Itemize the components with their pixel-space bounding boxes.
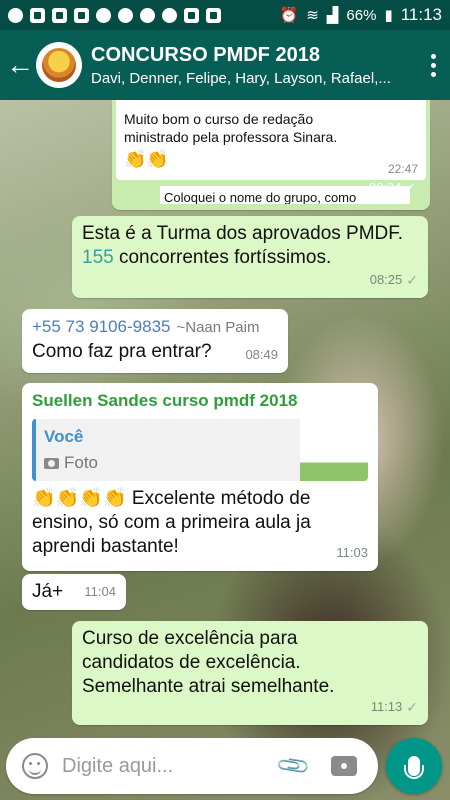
- message-bubble[interactable]: Suellen Sandes curso pmdf 2018 Você Foto…: [22, 383, 378, 571]
- status-bar: ⏰ ≋ ▟ 66% ▮ 11:13: [0, 0, 450, 30]
- battery-icon: ▮: [384, 7, 393, 24]
- battery-percent: 66%: [346, 6, 377, 24]
- message-input[interactable]: [62, 754, 272, 778]
- messenger-icon: [96, 7, 111, 23]
- clap-emoji: 👏👏: [124, 149, 169, 169]
- message-bubble[interactable]: Curso de excelência para candidatos de e…: [72, 621, 428, 725]
- message-text: Como faz pra entrar?: [32, 341, 212, 362]
- group-name: CONCURSO PMDF 2018: [91, 43, 320, 66]
- message-bubble[interactable]: Já+ 11:04: [22, 574, 126, 610]
- double-check-icon: ✓: [406, 272, 418, 288]
- chat-area[interactable]: Muito bom o curso de redação ministrado …: [0, 100, 450, 800]
- alarm-icon: ⏰: [279, 7, 299, 24]
- message-bubble[interactable]: Esta é a Turma dos aprovados PMDF. 155 c…: [72, 216, 428, 298]
- clock: 11:13: [400, 5, 442, 24]
- group-avatar[interactable]: [36, 42, 82, 88]
- attach-icon[interactable]: 📎: [275, 747, 313, 785]
- voice-record-button[interactable]: [386, 738, 442, 794]
- flipboard-icon: [184, 7, 199, 23]
- message-time: 11:03: [336, 545, 368, 560]
- image-caption-line: Muito bom o curso de redação: [124, 111, 314, 127]
- wifi-icon: ≋: [306, 7, 319, 24]
- double-check-icon: ✓: [406, 699, 418, 715]
- image-message[interactable]: Muito bom o curso de redação ministrado …: [112, 100, 430, 210]
- instagram-icon: [206, 7, 221, 23]
- message-bubble[interactable]: +55 73 9106-9835 ~Naan Paim Como faz pra …: [22, 309, 288, 373]
- youtube-icon: [162, 7, 177, 23]
- microphone-icon: [404, 756, 424, 779]
- image-caption-line: ministrado pela professora Sinara.: [124, 129, 338, 145]
- camera-icon: [44, 457, 59, 469]
- whatsapp-icon: [8, 7, 23, 23]
- message-time: 08:24 ✓: [368, 180, 416, 195]
- sender-name[interactable]: Suellen Sandes curso pmdf 2018: [32, 389, 368, 413]
- message-time: 08:49: [245, 347, 278, 362]
- facebook-icon: [74, 7, 89, 23]
- message-time: 11:04: [84, 584, 116, 599]
- quoted-thumbnail: [300, 419, 368, 481]
- signal-icon: ▟: [326, 7, 339, 24]
- emoji-icon[interactable]: [22, 753, 48, 779]
- group-logo: [42, 48, 76, 82]
- image-preview: Muito bom o curso de redação ministrado …: [116, 100, 426, 180]
- back-arrow-icon[interactable]: ←: [4, 51, 36, 79]
- sender-phone[interactable]: +55 73 9106-9835: [32, 317, 171, 336]
- sender-alias: ~Naan Paim: [176, 319, 260, 336]
- group-info[interactable]: CONCURSO PMDF 2018 Davi, Denner, Felipe,…: [91, 44, 411, 87]
- facebook-icon: [52, 7, 67, 23]
- message-text: Esta é a Turma dos aprovados PMDF. 155 c…: [82, 223, 404, 268]
- message-text: Curso de excelência para candidatos de e…: [82, 628, 335, 697]
- youtube-icon: [140, 7, 155, 23]
- mail-icon: [30, 7, 45, 23]
- more-options-icon[interactable]: [431, 53, 436, 77]
- message-meta: 08:25 ✓: [370, 268, 418, 292]
- chat-header: ← CONCURSO PMDF 2018 Davi, Denner, Felip…: [0, 30, 450, 100]
- message-meta: 11:13 ✓: [371, 695, 418, 719]
- quoted-message[interactable]: Você Foto: [32, 419, 368, 481]
- whatsapp-icon: [118, 7, 133, 23]
- message-text: 👏👏👏👏 Excelente método de ensino, só com …: [32, 488, 311, 557]
- message-composer: 📎: [6, 738, 378, 794]
- group-members: Davi, Denner, Felipe, Hary, Layson, Rafa…: [91, 69, 391, 87]
- camera-icon[interactable]: [331, 756, 358, 776]
